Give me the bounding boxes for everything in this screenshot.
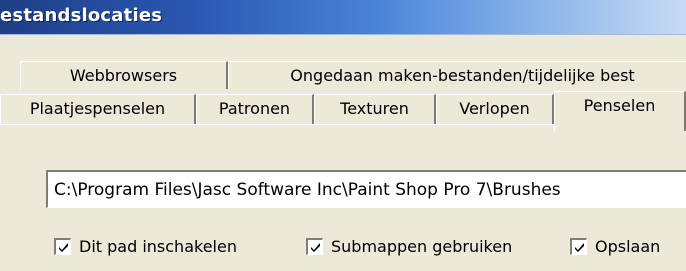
checkbox-dit-pad-inschakelen[interactable]: Dit pad inschakelen [54,234,237,258]
checkbox-opslaan[interactable]: Opslaan [570,234,660,258]
checkmark-icon [311,242,320,252]
window-title: estandslocaties [0,5,163,26]
checkbox-box[interactable] [306,237,323,255]
brushes-path-field[interactable]: C:\Program Files\Jasc Software Inc\Paint… [46,170,686,208]
checkmark-icon [59,242,68,252]
tab-patronen[interactable]: Patronen [196,94,314,124]
checkmark-icon [575,242,584,252]
tab-label: Plaatjespenselen [29,99,166,118]
tab-webbrowsers[interactable]: Webbrowsers [20,61,228,89]
checkbox-label: Opslaan [595,236,661,256]
checkbox-label: Dit pad inschakelen [79,236,237,256]
tab-label: Webbrowsers [69,66,178,85]
tab-verlopen[interactable]: Verlopen [436,94,554,124]
checkbox-submappen-gebruiken[interactable]: Submappen gebruiken [306,234,512,258]
tab-plaatjespenselen[interactable]: Plaatjespenselen [0,94,196,124]
tab-label: Ongedaan maken-bestanden/tijdelijke best [290,66,635,85]
checkbox-box[interactable] [54,237,71,255]
tab-texturen[interactable]: Texturen [314,94,436,124]
tab-penselen[interactable]: Penselen [554,91,686,131]
tab-label: Verlopen [459,99,530,118]
checkbox-box[interactable] [570,237,587,255]
tab-label: Penselen [583,96,656,115]
checkbox-label: Submappen gebruiken [331,236,513,256]
title-bar: estandslocaties [0,0,686,35]
tab-label: Patronen [218,99,291,118]
tab-label: Texturen [340,99,409,118]
tab-ongedaan-maken[interactable]: Ongedaan maken-bestanden/tijdelijke best [228,61,686,89]
